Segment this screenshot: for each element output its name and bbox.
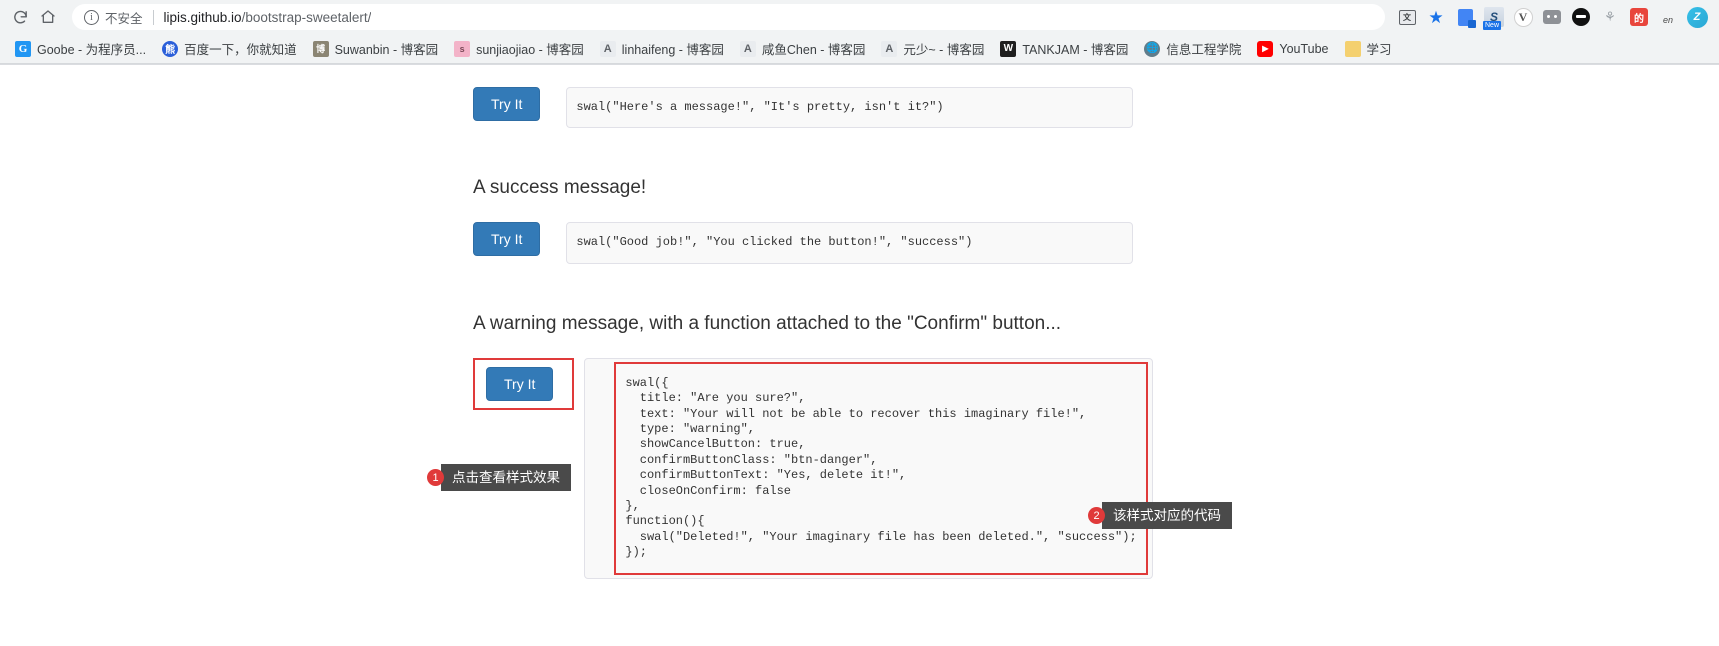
bookmark-item[interactable]: Alinhaifeng - 博客园 bbox=[593, 36, 731, 61]
annotation-2: 2 该样式对应的代码 bbox=[1088, 502, 1232, 529]
red-tool-extension-icon[interactable]: 的 bbox=[1625, 3, 1653, 31]
translate-extension-icon[interactable]: 文 bbox=[1393, 3, 1421, 31]
try-it-button-highlight: Try It bbox=[473, 357, 575, 410]
user-avatar-icon[interactable]: Z bbox=[1683, 3, 1711, 31]
bookmark-label: sunjiaojiao - 博客园 bbox=[476, 43, 584, 57]
bookmark-label: Suwanbin - 博客园 bbox=[334, 43, 439, 57]
bookmark-label: 信息工程学院 bbox=[1166, 43, 1242, 57]
bookmark-label: 学习 bbox=[1366, 43, 1392, 57]
info-icon[interactable]: i bbox=[84, 9, 99, 25]
bookmark-item[interactable]: ▶ YouTube bbox=[1250, 38, 1335, 60]
code-snippet-warning: swal({ title: "Are you sure?", text: "Yo… bbox=[614, 361, 1148, 575]
annotation-1: 1 点击查看样式效果 bbox=[427, 464, 571, 491]
address-bar[interactable]: i 不安全 lipis.github.io/bootstrap-sweetale… bbox=[72, 4, 1385, 30]
bookmark-item[interactable]: W TANKJAM - 博客园 bbox=[993, 36, 1135, 61]
insecure-label: 不安全 bbox=[105, 11, 143, 26]
vimium-extension-icon[interactable]: V bbox=[1509, 3, 1537, 31]
school-favicon: 🌐 bbox=[1144, 40, 1161, 57]
sunjiaojiao-favicon: s bbox=[454, 40, 471, 57]
annotation-badge-1: 1 bbox=[427, 469, 444, 486]
home-icon[interactable] bbox=[34, 3, 62, 31]
extensions-area: 文 ★ S New V ⚘ 的 en Z bbox=[1393, 3, 1713, 31]
snipaste-extension-icon[interactable]: S New bbox=[1480, 3, 1508, 31]
demo-row-success: Try It swal("Good job!", "You clicked th… bbox=[473, 222, 1133, 264]
bookmark-label: Goobe - 为程序员... bbox=[37, 43, 147, 57]
code-snippet-success: swal("Good job!", "You clicked the butto… bbox=[566, 222, 1133, 264]
demo-row-warning: Try It swal({ title: "Are you sure?", te… bbox=[473, 357, 1153, 579]
browser-toolbar: i 不安全 lipis.github.io/bootstrap-sweetale… bbox=[0, 0, 1719, 34]
tankjam-favicon: W bbox=[1000, 40, 1017, 57]
bookmarks-bar: G Goobe - 为程序员... 熊百度一下，你就知道博 Suwanbin - 博客… bbox=[0, 34, 1719, 64]
bookmark-item[interactable]: 熊百度一下，你就知道 bbox=[155, 36, 304, 61]
omnibox-divider bbox=[152, 9, 154, 25]
grey-widget-extension-icon[interactable] bbox=[1538, 3, 1566, 31]
reload-icon[interactable] bbox=[6, 3, 34, 31]
url-host: lipis.github.io bbox=[163, 9, 242, 25]
cnblogs-favicon: 博 bbox=[312, 40, 329, 57]
code-snippet-message: swal("Here's a message!", "It's pretty, … bbox=[566, 87, 1133, 129]
annotation-tooltip-2: 该样式对应的代码 bbox=[1102, 502, 1232, 529]
try-it-button-message[interactable]: Try It bbox=[473, 87, 541, 121]
bookmark-label: YouTube bbox=[1279, 41, 1329, 56]
try-it-button-success[interactable]: Try It bbox=[473, 222, 541, 257]
bookmark-item[interactable]: s sunjiaojiao - 博客园 bbox=[447, 36, 591, 61]
english-helper-extension-icon[interactable]: en bbox=[1654, 3, 1682, 31]
blue-document-extension-icon[interactable] bbox=[1451, 3, 1479, 31]
bookmark-label: 咸鱼Chen - 博客园 bbox=[761, 43, 866, 57]
yuanshao-favicon: A bbox=[881, 40, 898, 57]
annotation-tooltip-1: 点击查看样式效果 bbox=[441, 464, 571, 491]
demo-content: A title with a text under Try It swal("H… bbox=[473, 65, 1153, 579]
bookmark-item[interactable]: 🌐 信息工程学院 bbox=[1137, 36, 1248, 61]
folder-icon bbox=[1344, 40, 1361, 57]
url-text: lipis.github.io/bootstrap-sweetalert/ bbox=[164, 10, 372, 25]
sitemap-extension-icon[interactable]: ⚘ bbox=[1596, 3, 1624, 31]
bookmark-item[interactable]: A 咸鱼Chen - 博客园 bbox=[733, 36, 873, 61]
page-viewport: A title with a text under Try It swal("H… bbox=[0, 65, 1719, 645]
bookmark-label: 百度一下，你就知道 bbox=[184, 43, 297, 57]
goobe-favicon: G bbox=[15, 40, 31, 57]
section-title-warning: A warning message, with a function attac… bbox=[473, 312, 1062, 334]
url-path: /bootstrap-sweetalert/ bbox=[241, 9, 372, 25]
section-title-success: A success message! bbox=[473, 177, 647, 199]
try-it-button-warning[interactable]: Try It bbox=[486, 366, 554, 401]
bookmark-item[interactable]: A 元少~ - 博客园 bbox=[874, 36, 991, 61]
youtube-favicon: ▶ bbox=[1257, 40, 1274, 57]
bookmark-item[interactable]: 博 Suwanbin - 博客园 bbox=[306, 36, 446, 61]
demo-row-message: Try It swal("Here's a message!", "It's p… bbox=[473, 87, 1133, 129]
xianyuchen-favicon: A bbox=[739, 40, 756, 57]
bookmark-label: 元少~ - 博客园 bbox=[903, 43, 985, 57]
password-key-extension-icon[interactable] bbox=[1567, 3, 1595, 31]
bookmark-star-icon[interactable]: ★ bbox=[1422, 3, 1450, 31]
browser-chrome: i 不安全 lipis.github.io/bootstrap-sweetale… bbox=[0, 0, 1719, 65]
bookmark-label: linhaifeng - 博客园 bbox=[621, 43, 724, 57]
bookmark-item[interactable]: G Goobe - 为程序员... bbox=[8, 36, 153, 61]
bookmark-label: TANKJAM - 博客园 bbox=[1022, 43, 1129, 57]
annotation-badge-2: 2 bbox=[1088, 507, 1105, 524]
linhaifeng-favicon: A bbox=[599, 40, 616, 57]
bookmark-item[interactable]: 学习 bbox=[1338, 36, 1399, 61]
baidu-favicon: 熊 bbox=[162, 40, 179, 57]
code-snippet-warning-container: swal({ title: "Are you sure?", text: "Yo… bbox=[584, 357, 1153, 579]
